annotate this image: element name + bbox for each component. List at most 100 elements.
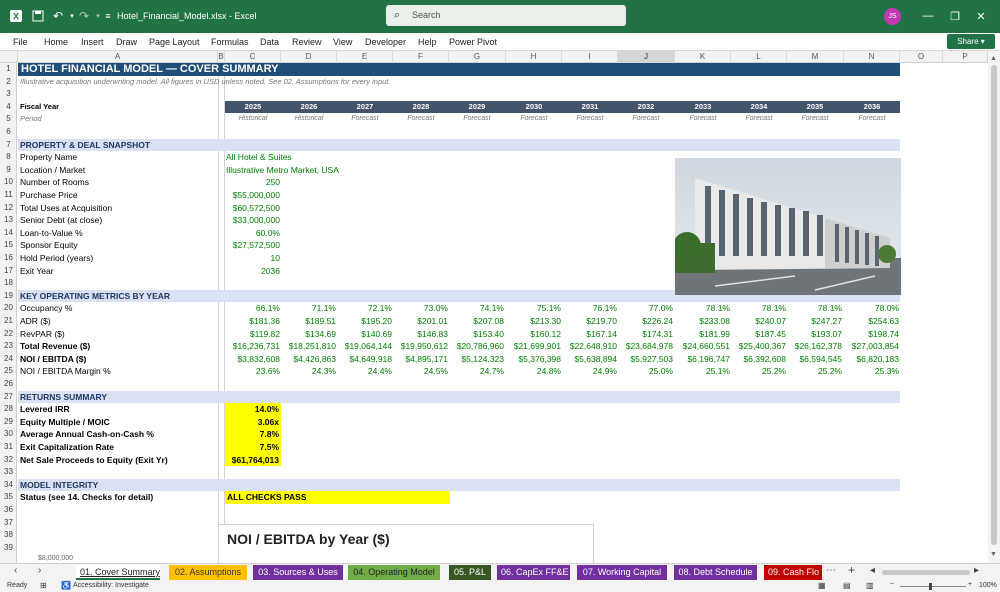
row-header[interactable]: 17 [0,265,17,278]
scroll-thumb[interactable] [991,65,997,545]
more-sheets-icon[interactable]: ⋯ [826,565,836,576]
close-icon[interactable]: ✕ [973,8,989,24]
menu-item-help[interactable]: Help [418,37,437,47]
row-header[interactable]: 30 [0,428,17,441]
menu-item-power-pivot[interactable]: Power Pivot [449,37,497,47]
period-value[interactable]: Historical [281,113,337,126]
metric-value[interactable]: 25.2% [731,365,786,378]
return-value[interactable]: $61,764,013 [225,453,281,467]
period-value[interactable]: Forecast [844,113,900,126]
row-header[interactable]: 32 [0,454,17,467]
avatar[interactable]: JS [884,8,901,25]
property-label[interactable]: Total Uses at Acquisition [20,202,112,215]
metric-value[interactable]: $247.27 [787,315,842,328]
row-header[interactable]: 31 [0,441,17,454]
metric-value[interactable]: 24.9% [562,365,617,378]
metric-value[interactable]: 25.2% [787,365,842,378]
metric-value[interactable]: $4,426,863 [281,353,336,366]
metric-value[interactable]: $5,376,398 [506,353,561,366]
column-header-h[interactable]: H [506,51,562,63]
metric-value[interactable]: 78.1% [731,302,786,315]
column-header-m[interactable]: M [787,51,844,63]
worksheet-grid[interactable]: ABCDEFGHIJKLMNOP 1 2 3 4 5 6 7 8 9 10 11 12 13 14 15 16… [0,51,1000,563]
menu-item-draw[interactable]: Draw [116,37,137,47]
period-value[interactable]: Forecast [618,113,674,126]
metric-value[interactable]: $213.30 [506,315,561,328]
property-label[interactable]: Location / Market [20,164,85,177]
row-header[interactable]: 2 [0,76,17,89]
metric-value[interactable]: $254.63 [844,315,899,328]
row-header[interactable]: 14 [0,227,17,240]
property-label[interactable]: Purchase Price [20,189,78,202]
property-label[interactable]: Sponsor Equity [20,239,78,252]
metric-value[interactable]: $195.20 [337,315,392,328]
property-value[interactable]: 2036 [225,265,280,278]
metric-value[interactable]: 77.0% [618,302,673,315]
menu-item-view[interactable]: View [333,37,352,47]
metric-value[interactable]: $160.12 [506,328,561,341]
return-label[interactable]: Average Annual Cash-on-Cash % [20,428,154,441]
metric-value[interactable]: 66.1% [225,302,280,315]
property-value[interactable]: 250 [225,176,280,189]
page-layout-view-icon[interactable]: ▤ [843,581,851,590]
period-value[interactable]: Forecast [675,113,731,126]
tab-sheet[interactable]: 07. Working Capital [577,565,667,580]
year-header[interactable]: 2027 [337,101,393,114]
metric-value[interactable]: 24.3% [281,365,336,378]
year-header[interactable]: 2033 [675,101,731,114]
metric-value[interactable]: $134.69 [281,328,336,341]
row-header[interactable]: 34 [0,479,17,492]
metric-value[interactable]: $20,786,960 [449,340,504,353]
metric-value[interactable]: $189.51 [281,315,336,328]
metric-value[interactable]: 71.1% [281,302,336,315]
period-value[interactable]: Forecast [562,113,618,126]
menu-item-file[interactable]: File [13,37,28,47]
metric-value[interactable]: 25.1% [675,365,730,378]
row-header[interactable]: 33 [0,466,17,479]
column-header-e[interactable]: E [337,51,393,63]
metric-value[interactable]: $219.70 [562,315,617,328]
page-break-view-icon[interactable]: ▥ [866,581,874,590]
metric-value[interactable]: $25,400,367 [731,340,786,353]
return-value[interactable]: 3.06x [225,415,281,429]
year-header[interactable]: 2026 [281,101,337,114]
metric-label[interactable]: Total Revenue ($) [20,340,90,353]
horizontal-scrollbar[interactable] [882,570,970,575]
row-header[interactable]: 27 [0,391,17,404]
period-value[interactable]: Forecast [787,113,843,126]
metric-value[interactable]: $181.99 [675,328,730,341]
metric-value[interactable]: $4,895,171 [393,353,448,366]
column-header-f[interactable]: F [393,51,449,63]
menu-item-formulas[interactable]: Formulas [211,37,249,47]
status-value[interactable]: ALL CHECKS PASS [225,491,450,504]
metric-value[interactable]: $146.83 [393,328,448,341]
search-input[interactable]: ⌕ Search [386,5,626,26]
property-label[interactable]: Loan-to-Value % [20,227,83,240]
metric-label[interactable]: NOI / EBITDA ($) [20,353,86,366]
return-value[interactable]: 7.8% [225,428,281,441]
row-header[interactable]: 23 [0,340,17,353]
column-header-g[interactable]: G [449,51,506,63]
metric-value[interactable]: $174.31 [618,328,673,341]
metric-label[interactable]: Occupancy % [20,302,72,315]
row-header[interactable]: 21 [0,315,17,328]
column-header-n[interactable]: N [844,51,900,63]
metric-value[interactable]: $27,003,854 [844,340,899,353]
menu-item-data[interactable]: Data [260,37,279,47]
tab-sheet[interactable]: 02. Assumptions [169,565,247,580]
column-header-d[interactable]: D [281,51,337,63]
metric-value[interactable]: $6,594,545 [787,353,842,366]
metric-value[interactable]: 25.0% [618,365,673,378]
column-header-i[interactable]: I [562,51,618,63]
column-header-k[interactable]: K [675,51,731,63]
row-header[interactable]: 37 [0,517,17,530]
period-value[interactable]: Forecast [506,113,562,126]
metric-value[interactable]: $140.69 [337,328,392,341]
return-label[interactable]: Levered IRR [20,403,70,416]
year-header[interactable]: 2032 [618,101,674,114]
metric-value[interactable]: 74.1% [449,302,504,315]
metric-value[interactable]: $207.08 [449,315,504,328]
metric-value[interactable]: $21,699,901 [506,340,561,353]
property-label[interactable]: Hold Period (years) [20,252,93,265]
metric-label[interactable]: NOI / EBITDA Margin % [20,365,111,378]
